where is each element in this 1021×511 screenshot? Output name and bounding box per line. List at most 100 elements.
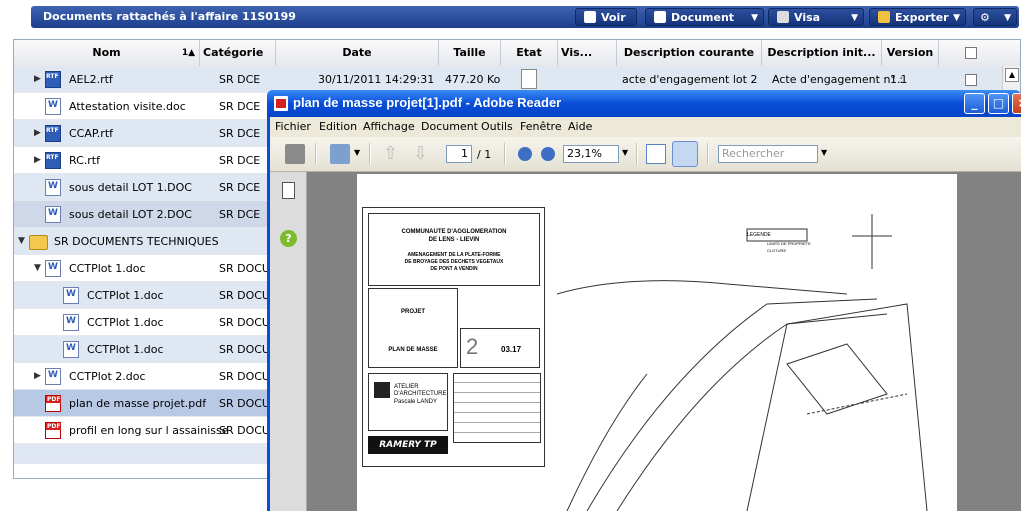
menu-outils[interactable]: Outils	[481, 120, 513, 133]
table-row[interactable]: ▶ AEL2.rtf SR DCE 30/11/2011 14:29:31 47…	[14, 66, 1004, 93]
collapse-icon[interactable]: ▼	[34, 255, 41, 282]
folder-icon	[29, 235, 48, 250]
toolbar-separator	[707, 143, 709, 165]
export-icon	[878, 11, 890, 23]
menu-fenetre[interactable]: Fenêtre	[520, 120, 562, 133]
road-line	[556, 280, 848, 295]
row-name: Attestation visite.doc	[69, 100, 186, 113]
toolbar: Documents rattachés à l'affaire 11S0199 …	[31, 6, 1019, 28]
menu-affichage[interactable]: Affichage	[363, 120, 415, 133]
zoom-out-icon[interactable]	[518, 147, 532, 161]
settings-button[interactable]: ⚙ ▼	[973, 8, 1017, 26]
row-name: CCTPlot 1.doc	[87, 343, 164, 356]
maximize-button[interactable]: □	[988, 93, 1009, 114]
collapse-icon[interactable]: ▼	[18, 228, 25, 255]
page-total: / 1	[477, 148, 492, 161]
pages-icon[interactable]	[282, 182, 295, 199]
sort-indicator: 1▲	[181, 48, 195, 58]
visa-label: Visa	[794, 11, 821, 24]
plan-masse-label: PLAN DE MASSE	[388, 347, 438, 353]
voir-label: Voir	[601, 11, 626, 24]
column-version[interactable]: Version	[882, 40, 939, 66]
chevron-down-icon[interactable]: ▼	[622, 148, 628, 157]
previous-page-icon[interactable]: ⇧	[383, 144, 403, 164]
menu-fichier[interactable]: Fichier	[275, 120, 311, 133]
adobe-reader-window[interactable]: plan de masse projet[1].pdf - Adobe Read…	[267, 90, 1021, 511]
document-label: Document	[671, 11, 735, 24]
close-button[interactable]: ×	[1012, 93, 1021, 114]
word-file-icon	[45, 368, 61, 385]
plan-title-block: COMMUNAUTE D'AGGLOMERATION DE LENS - LIE…	[362, 207, 545, 467]
fit-page-icon[interactable]	[672, 141, 698, 167]
print-icon[interactable]	[285, 144, 305, 164]
architect-logo	[374, 382, 390, 398]
architect-box: ATELIER D'ARCHITECTURE Pascale LANDY	[368, 373, 448, 431]
column-desc-init[interactable]: Description init...	[762, 40, 882, 66]
toolbar-separator	[504, 143, 506, 165]
project-box: PROJET PLAN DE MASSE	[368, 288, 458, 368]
column-date[interactable]: Date	[276, 40, 439, 66]
row-name: sous detail LOT 2.DOC	[69, 208, 192, 221]
voir-button[interactable]: Voir	[575, 8, 637, 26]
pdf-file-icon	[45, 395, 62, 412]
next-page-icon[interactable]: ⇩	[413, 144, 433, 164]
page-number-input[interactable]: 1	[446, 145, 472, 163]
search-input[interactable]: Rechercher	[718, 145, 818, 163]
document-button[interactable]: Document ▼	[645, 8, 764, 26]
row-category: SR DOCUI	[219, 262, 274, 275]
row-category: SR DCE	[219, 127, 261, 140]
visa-button[interactable]: Visa ▼	[768, 8, 864, 26]
column-etat[interactable]: Etat	[501, 40, 558, 66]
exporter-button[interactable]: Exporter ▼	[869, 8, 966, 26]
column-vis[interactable]: Vis...	[558, 40, 617, 66]
contour-line	[566, 373, 648, 511]
menu-bar: Fichier Edition Affichage Document Outil…	[270, 117, 1021, 137]
column-desc-courante[interactable]: Description courante	[617, 40, 762, 66]
menu-edition[interactable]: Edition	[319, 120, 357, 133]
email-icon[interactable]	[330, 144, 350, 164]
window-titlebar[interactable]: plan de masse projet[1].pdf - Adobe Read…	[267, 90, 1021, 117]
title-frame: COMMUNAUTE D'AGGLOMERATION DE LENS - LIE…	[368, 213, 540, 286]
minimize-button[interactable]: _	[964, 93, 985, 114]
plan-number: 2	[466, 334, 479, 359]
row-checkbox[interactable]	[965, 74, 977, 86]
row-name: CCTPlot 1.doc	[87, 316, 164, 329]
zoom-level-select[interactable]: 23,1%	[563, 145, 619, 163]
exporter-label: Exporter	[895, 11, 949, 24]
road-line	[616, 313, 888, 511]
building-outline	[786, 343, 888, 415]
column-taille[interactable]: Taille	[439, 40, 501, 66]
menu-aide[interactable]: Aide	[568, 120, 592, 133]
plan-architect-name: Pascale LANDY	[394, 399, 438, 405]
menu-document[interactable]: Document	[421, 120, 478, 133]
pdf-file-icon	[45, 422, 62, 439]
scroll-up-icon[interactable]: ▲	[1005, 68, 1019, 82]
row-name: CCTPlot 1.doc	[69, 262, 146, 275]
column-nom-label: Nom	[92, 46, 121, 59]
column-select[interactable]	[939, 40, 1004, 66]
chevron-down-icon[interactable]: ▼	[354, 148, 360, 157]
toolbar-separator	[369, 143, 371, 165]
select-all-checkbox[interactable]	[965, 47, 977, 59]
help-icon[interactable]: ?	[280, 230, 297, 247]
visa-icon	[777, 11, 789, 23]
chevron-down-icon[interactable]: ▼	[821, 148, 827, 157]
fit-width-icon[interactable]	[646, 144, 666, 164]
row-category: SR DCE	[219, 73, 261, 86]
top-bar: Documents rattachés à l'affaire 11S0199 …	[0, 0, 1021, 33]
word-file-icon	[63, 287, 79, 304]
expand-icon[interactable]: ▶	[34, 363, 41, 390]
column-categorie[interactable]: Catégorie	[200, 40, 276, 66]
row-category: SR DCE	[219, 208, 261, 221]
row-category: SR DCE	[219, 100, 261, 113]
column-nom[interactable]: Nom 1▲	[14, 40, 200, 66]
expand-icon[interactable]: ▶	[34, 66, 41, 93]
plan-archi: D'ARCHITECTURE	[394, 391, 447, 397]
expand-icon[interactable]: ▶	[34, 120, 41, 147]
zoom-in-icon[interactable]	[541, 147, 555, 161]
row-name: AEL2.rtf	[69, 73, 113, 86]
pdf-page: COMMUNAUTE D'AGGLOMERATION DE LENS - LIE…	[357, 174, 957, 511]
legend-property-limit: LIMITE DE PROPRIETE	[767, 241, 811, 246]
row-category: SR DOCUI	[219, 343, 274, 356]
expand-icon[interactable]: ▶	[34, 147, 41, 174]
